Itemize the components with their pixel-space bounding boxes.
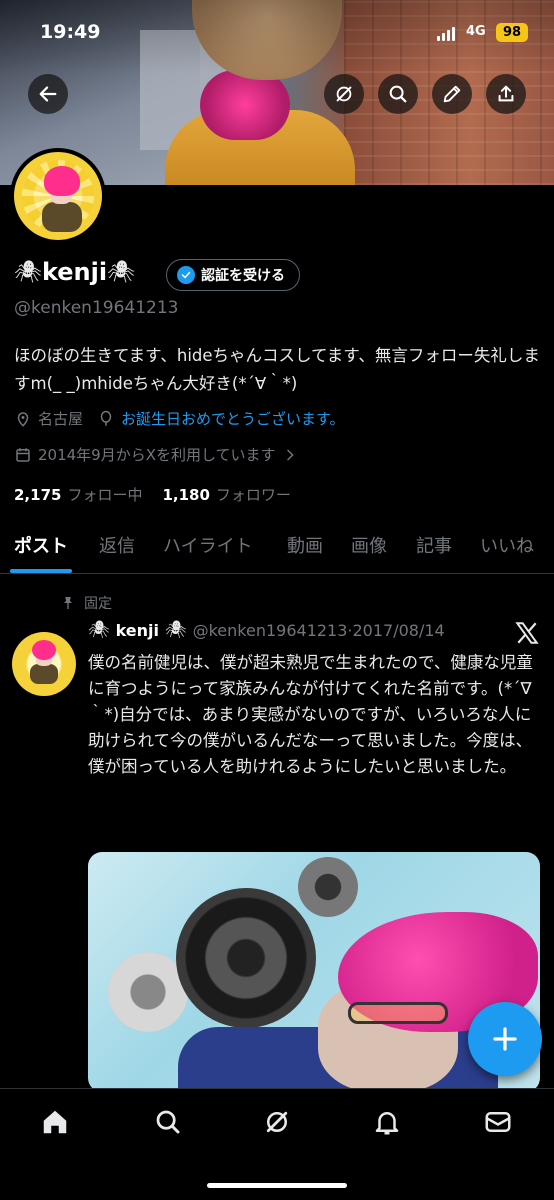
joined-date: 2014年9月からXを利用しています [38,446,276,464]
follow-stats: 2,175 フォロー中 1,180 フォロワー [14,484,291,505]
following-label: フォロー中 [67,486,143,504]
plus-icon [493,1027,517,1051]
pinned-label: 固定 [84,596,112,612]
post-text: 僕の名前健児は、僕が超未熟児で生まれたので、健康な児童に育つようにって家族みんな… [88,653,533,776]
signal-icon [437,27,455,41]
post-avatar-body [30,664,58,684]
status-bar: 19:49 4G 98 [0,18,554,48]
home-icon[interactable] [40,1107,70,1137]
profile-tabs: ポスト 返信 ハイライト 動画 画像 記事 いいね [0,528,554,574]
grok-button[interactable] [324,74,364,114]
back-button[interactable] [28,74,68,114]
battery-indicator: 98 [496,23,528,42]
post-date: ·2017/08/14 [347,620,445,640]
avatar-hair [44,166,80,196]
chevron-right-icon [286,449,294,460]
tab-videos[interactable]: 動画 [287,528,323,558]
tab-articles[interactable]: 記事 [416,528,452,558]
profile-name: kenji [41,258,108,286]
profile-name-row: 🕷 kenji 🕷 [14,258,135,286]
profile-location: 名古屋 [38,410,84,428]
spider-emoji-right: 🕷 [107,259,136,285]
following-link[interactable]: 2,175 フォロー中 [14,484,142,505]
bottom-navigation [0,1088,554,1200]
pencil-icon [443,85,461,103]
grok-icon [336,86,352,102]
compose-button[interactable] [468,1002,542,1076]
location-icon [17,411,29,427]
search-icon [389,85,407,103]
followers-label: フォロワー [215,486,291,504]
tab-highlights[interactable]: ハイライト [163,528,253,558]
post-author-handle: @kenken19641213 [192,620,348,640]
verified-badge-icon [177,266,195,284]
grok-icon[interactable] [262,1107,292,1137]
pin-icon [64,597,72,609]
profile-avatar[interactable] [10,148,106,244]
followers-link[interactable]: 1,180 フォロワー [162,484,290,505]
media-glasses [348,1002,448,1024]
pinned-indicator: 固定 [60,593,112,613]
get-verified-button[interactable]: 認証を受ける [166,259,300,291]
tab-likes[interactable]: いいね [480,528,534,558]
tab-replies[interactable]: 返信 [99,528,135,558]
profile-handle: @kenken19641213 [14,298,179,318]
spider-emoji-left: 🕷 [14,259,42,285]
home-indicator [207,1183,347,1188]
back-arrow-icon [39,86,57,102]
joined-row[interactable]: 2014年9月からXを利用しています [14,444,298,465]
birthday-message[interactable]: お誕生日おめでとうございます。 [121,408,345,429]
post-spider-left: 🕷 [88,620,110,640]
get-verified-label: 認証を受ける [201,268,285,284]
avatar-body [42,202,82,232]
search-icon[interactable] [153,1107,183,1137]
post-avatar-hair [32,640,56,660]
post-author-name[interactable]: kenji [116,621,159,640]
balloon-icon [100,410,112,426]
edit-button[interactable] [432,74,472,114]
profile-bio: ほのぼの生きてます、hideちゃんコスしてます、無言フォロー失礼しますm(_ _… [14,346,540,393]
post-header: 🕷 kenji 🕷 @kenken19641213 ·2017/08/14 [88,620,445,640]
profile-meta-row: 名古屋 お誕生日おめでとうございます。 [14,408,345,429]
post-spider-right: 🕷 [165,620,187,640]
share-button[interactable] [486,74,526,114]
media-speaker-large [176,888,316,1028]
following-count: 2,175 [14,486,62,504]
status-time: 19:49 [40,21,101,43]
media-speaker-top [298,857,358,917]
tab-images[interactable]: 画像 [351,528,387,558]
post-avatar[interactable] [12,632,76,696]
tab-posts[interactable]: ポスト [10,528,72,573]
search-button[interactable] [378,74,418,114]
share-icon [498,85,514,102]
followers-count: 1,180 [162,486,210,504]
network-type: 4G [466,24,486,39]
bell-icon[interactable] [372,1107,402,1137]
calendar-icon [16,447,30,462]
mail-icon[interactable] [483,1107,513,1137]
x-logo-icon [515,622,539,644]
